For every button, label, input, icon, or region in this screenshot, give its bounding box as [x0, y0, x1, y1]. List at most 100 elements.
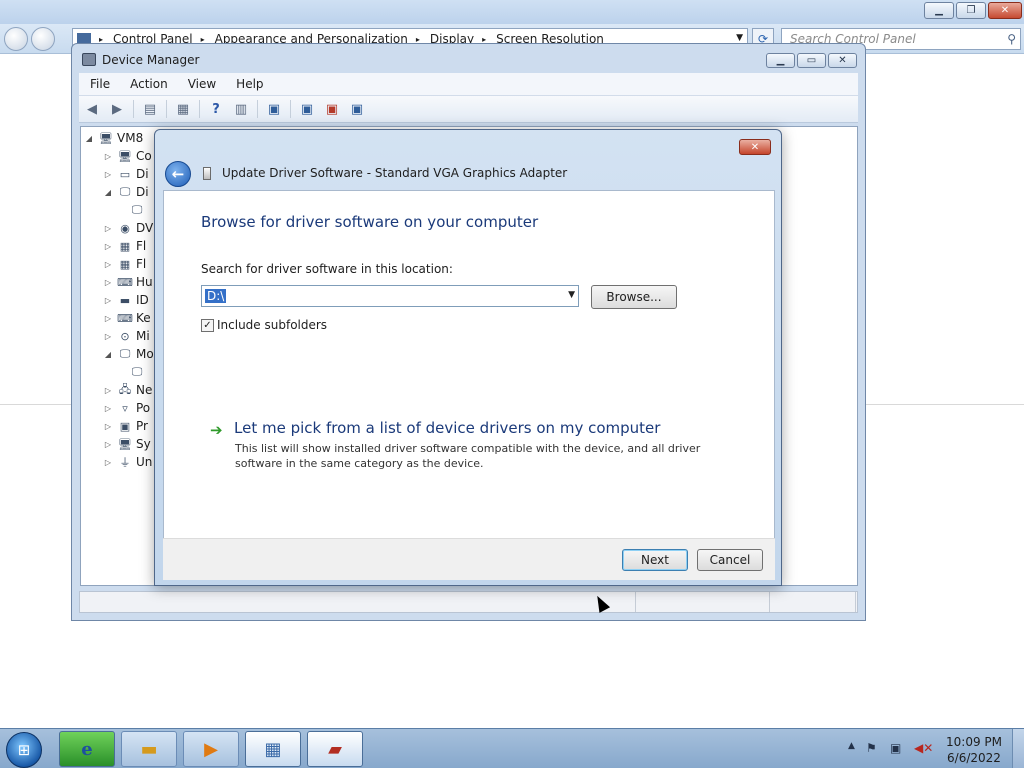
hid-icon: ⌨ [117, 275, 133, 289]
menu-action[interactable]: Action [119, 77, 177, 91]
tree-node[interactable]: ▷ ▭ Di [103, 165, 149, 183]
restore-button[interactable]: ❐ [956, 2, 986, 19]
tree-node-label: Mo [136, 347, 154, 361]
location-label: Search for driver software in this locat… [201, 262, 453, 276]
control-panel-icon[interactable]: ▦ [245, 731, 301, 767]
tree-node[interactable]: ▷ ⊙ Mi [103, 327, 150, 345]
browse-button[interactable]: Browse... [591, 285, 677, 309]
update-driver-icon[interactable]: ▣ [298, 101, 316, 117]
start-button[interactable]: ⊞ [6, 732, 42, 768]
collapse-icon[interactable]: ◢ [84, 134, 94, 143]
monitor-child-icon: 🖵 [131, 365, 143, 378]
tree-node[interactable]: ▷ ▦ Fl [103, 255, 146, 273]
status-segment [636, 592, 770, 612]
dialog-content: Browse for driver software on your compu… [163, 190, 775, 580]
tree-node-child[interactable]: 🖵 [125, 201, 148, 219]
menu-help[interactable]: Help [225, 77, 272, 91]
include-subfolders-checkbox[interactable]: ✓ [201, 319, 214, 332]
expand-icon[interactable]: ▷ [103, 332, 113, 341]
tree-node-label: Mi [136, 329, 150, 343]
expand-icon[interactable]: ▷ [103, 440, 113, 449]
location-value[interactable]: D:\ [205, 289, 227, 303]
tree-node[interactable]: ▷ ◉ DV [103, 219, 153, 237]
tree-node[interactable]: ◢ 🖵 Mo [103, 345, 154, 363]
expand-icon[interactable]: ▷ [103, 242, 113, 251]
expand-icon[interactable]: ▷ [103, 458, 113, 467]
media-player-icon[interactable]: ▶ [183, 731, 239, 767]
windows-explorer-icon[interactable]: ▬ [121, 731, 177, 767]
action-center-flag-icon[interactable]: ⚑ [866, 741, 877, 755]
volume-muted-icon[interactable]: ◀✕ [914, 741, 933, 755]
network-icon[interactable]: ▣ [890, 741, 901, 755]
cancel-button[interactable]: Cancel [697, 549, 763, 571]
tree-node[interactable]: ▷ ▣ Pr [103, 417, 148, 435]
expand-icon[interactable]: ▷ [103, 260, 113, 269]
include-subfolders-label[interactable]: Include subfolders [217, 318, 327, 332]
minimize-button[interactable]: ▁ [924, 2, 954, 19]
show-hide-console-tree-icon[interactable]: ▤ [141, 101, 159, 117]
menu-view[interactable]: View [177, 77, 225, 91]
internet-explorer-icon[interactable]: e [59, 731, 115, 767]
uninstall-icon[interactable]: ▣ [323, 101, 341, 117]
clock-date[interactable]: 6/6/2022 [944, 751, 1004, 765]
tree-node[interactable]: ▷ 🖥 Co [103, 147, 152, 165]
properties-icon[interactable]: ▦ [174, 101, 192, 117]
chevron-down-icon[interactable]: ▼ [568, 290, 575, 300]
expand-icon[interactable]: ▷ [103, 296, 113, 305]
tree-node-root[interactable]: ◢ 🖥 VM8 [84, 129, 143, 147]
tree-node-label: Po [136, 401, 151, 415]
device-manager-toolbox-icon[interactable]: ▰ [307, 731, 363, 767]
tree-node[interactable]: ▷ ⌨ Ke [103, 309, 151, 327]
show-hidden-icons-icon[interactable]: ▲ [848, 741, 855, 751]
expand-icon[interactable]: ▷ [103, 404, 113, 413]
tree-node[interactable]: ▷ ▬ ID [103, 291, 149, 309]
next-button[interactable]: Next [622, 549, 688, 571]
control-panel-titlebar: ▁ ❐ ✕ [0, 0, 1024, 24]
tree-node-label: Fl [136, 257, 147, 271]
tree-node[interactable]: ▷ ⌨ Hu [103, 273, 153, 291]
search-icon[interactable]: ⚲ [1007, 32, 1016, 46]
pick-from-list-link[interactable]: Let me pick from a list of device driver… [234, 419, 660, 437]
maximize-button[interactable]: ▭ [797, 53, 826, 68]
back-button[interactable]: ← [165, 161, 191, 187]
floppy-drive-icon: ▦ [119, 257, 131, 271]
disable-device-icon[interactable]: ▣ [348, 101, 366, 117]
toolbar-separator [199, 100, 200, 118]
clock-time[interactable]: 10:09 PM [944, 735, 1004, 749]
expand-icon[interactable]: ▷ [103, 278, 113, 287]
expand-icon[interactable]: ▷ [103, 152, 113, 161]
collapse-icon[interactable]: ◢ [103, 188, 113, 197]
address-dropdown-icon[interactable]: ▼ [736, 33, 743, 43]
tree-node[interactable]: ◢ 🖵 Di [103, 183, 149, 201]
close-button[interactable]: ✕ [988, 2, 1022, 19]
forward-button[interactable] [31, 27, 55, 51]
expand-icon[interactable]: ▷ [103, 224, 113, 233]
action-pane-icon[interactable]: ▥ [232, 101, 250, 117]
tree-node-child[interactable]: 🖵 [125, 363, 148, 381]
expand-icon[interactable]: ▷ [103, 314, 113, 323]
tree-node-label: VM8 [117, 131, 144, 145]
tree-node-label: Di [136, 185, 149, 199]
menu-file[interactable]: File [79, 77, 119, 91]
tree-node[interactable]: ▷ 🖧 Ne [103, 381, 152, 399]
tree-node-label: Ne [136, 383, 153, 397]
minimize-button[interactable]: ▁ [766, 53, 795, 68]
show-desktop-button[interactable] [1012, 729, 1024, 768]
tree-node[interactable]: ▷ ▦ Fl [103, 237, 146, 255]
tree-node[interactable]: ▷ 🖥 Sy [103, 435, 151, 453]
help-icon[interactable]: ? [207, 101, 225, 117]
close-button[interactable]: ✕ [828, 53, 857, 68]
tree-node[interactable]: ▷ ▿ Po [103, 399, 150, 417]
close-button[interactable]: ✕ [739, 139, 771, 155]
collapse-icon[interactable]: ◢ [103, 350, 113, 359]
forward-arrow-icon[interactable]: ▶ [108, 101, 126, 117]
menu-bar: File Action View Help [79, 73, 858, 95]
expand-icon[interactable]: ▷ [103, 386, 113, 395]
back-arrow-icon[interactable]: ◀ [83, 101, 101, 117]
scan-hardware-icon[interactable]: ▣ [265, 101, 283, 117]
back-button[interactable] [4, 27, 28, 51]
expand-icon[interactable]: ▷ [103, 422, 113, 431]
tree-node[interactable]: ▷ ⏚ Un [103, 453, 152, 471]
location-combobox[interactable]: D:\ ▼ [201, 285, 579, 307]
expand-icon[interactable]: ▷ [103, 170, 113, 179]
